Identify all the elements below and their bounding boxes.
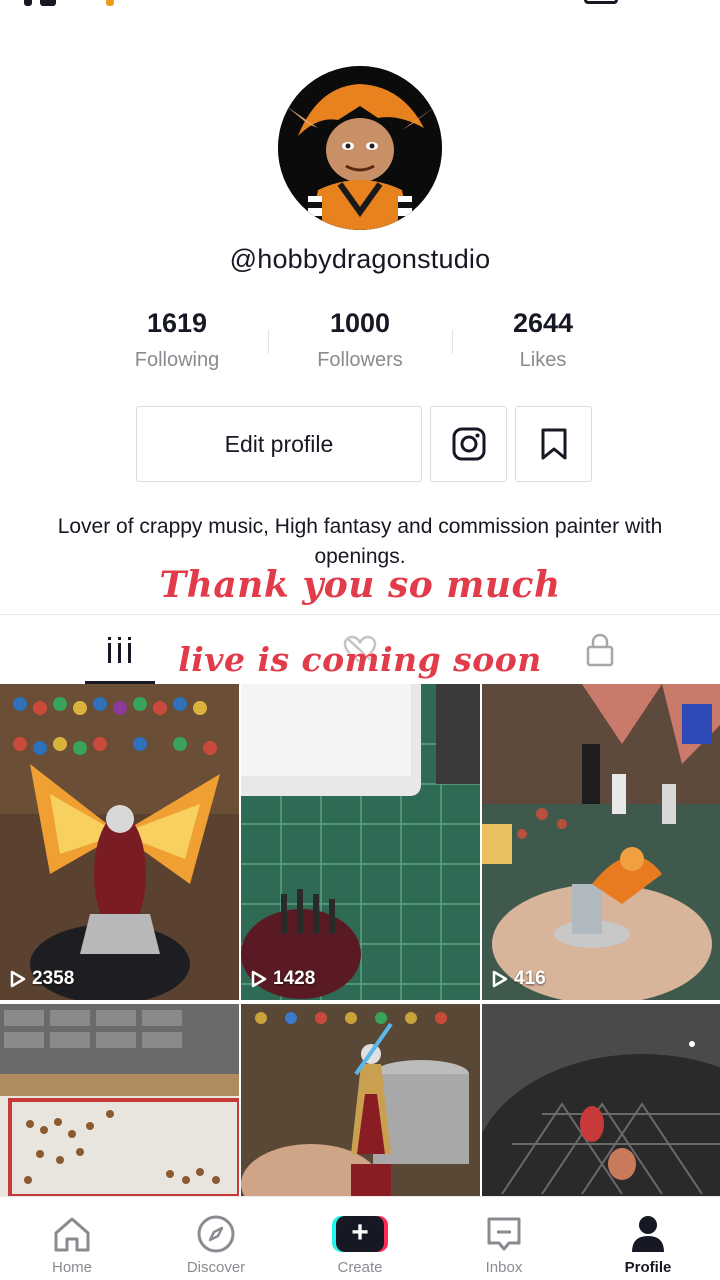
overlay-caption-line-2: live is coming soon <box>178 640 542 679</box>
bookmark-icon <box>541 428 566 460</box>
status-bar-fragment <box>24 0 114 8</box>
plus-icon: + <box>336 1216 384 1252</box>
view-count-value: 416 <box>514 968 546 989</box>
stat-label: Followers <box>317 349 403 371</box>
favorites-button[interactable] <box>515 406 592 482</box>
thumbnail-image <box>0 684 239 1000</box>
view-count: 416 <box>492 968 546 990</box>
avatar-illustration <box>278 66 442 230</box>
video-thumbnail[interactable] <box>482 1004 720 1196</box>
person-icon <box>632 1216 664 1252</box>
nav-discover[interactable]: Discover <box>144 1197 288 1280</box>
stat-value: 1000 <box>329 308 391 338</box>
top-status-bar <box>0 0 720 14</box>
profile-avatar[interactable] <box>278 66 442 230</box>
inbox-icon <box>487 1217 521 1251</box>
video-grid: 2358 1428 416 <box>0 684 720 1196</box>
stat-followers[interactable]: 1000 Followers <box>270 308 450 372</box>
nav-home[interactable]: Home <box>0 1197 144 1280</box>
nav-label: Home <box>51 1259 92 1276</box>
instagram-button[interactable] <box>430 406 507 482</box>
stat-following[interactable]: 1619 Following <box>87 308 267 372</box>
thumbnail-image <box>0 1004 239 1196</box>
thumbnail-image <box>482 1004 720 1196</box>
stat-value: 2644 <box>512 308 574 338</box>
bottom-navigation: Home Discover + Create Inbox Profile <box>0 1196 720 1280</box>
username: @hobbydragonstudio <box>229 244 491 274</box>
view-count: 1428 <box>251 968 315 990</box>
thumbnail-image <box>482 684 720 1000</box>
nav-label: Create <box>337 1259 383 1276</box>
create-button: + <box>332 1216 388 1252</box>
video-thumbnail[interactable] <box>0 1004 239 1196</box>
stat-label: Following <box>134 349 220 371</box>
home-icon <box>54 1217 90 1252</box>
overlay-caption-line-1: Thank you so much <box>159 564 561 606</box>
video-thumbnail[interactable]: 1428 <box>241 684 480 1000</box>
edit-profile-button[interactable]: Edit profile <box>136 406 422 482</box>
nav-inbox[interactable]: Inbox <box>432 1197 576 1280</box>
thumbnail-image <box>241 1004 480 1196</box>
thumbnail-image <box>241 684 480 1000</box>
play-icon <box>492 970 508 988</box>
play-icon <box>10 970 26 988</box>
instagram-icon <box>452 427 485 461</box>
stat-label: Likes <box>519 349 567 371</box>
view-count-value: 1428 <box>273 968 316 989</box>
nav-create[interactable]: + Create <box>288 1197 432 1280</box>
video-thumbnail[interactable]: 416 <box>482 684 720 1000</box>
status-bar-fragment <box>584 0 618 4</box>
view-count-value: 2358 <box>32 968 75 989</box>
stat-divider <box>268 330 269 354</box>
compass-icon <box>197 1215 235 1253</box>
video-thumbnail[interactable] <box>241 1004 480 1196</box>
profile-bio: Lover of crappy music, High fantasy and … <box>57 515 663 568</box>
nav-profile[interactable]: Profile <box>576 1197 720 1280</box>
play-icon <box>251 970 267 988</box>
video-thumbnail[interactable]: 2358 <box>0 684 239 1000</box>
nav-label: Profile <box>624 1259 672 1276</box>
stat-value: 1619 <box>146 308 208 338</box>
stat-likes[interactable]: 2644 Likes <box>453 308 633 372</box>
view-count: 2358 <box>10 968 74 990</box>
nav-label: Discover <box>186 1259 246 1276</box>
nav-label: Inbox <box>485 1259 523 1276</box>
